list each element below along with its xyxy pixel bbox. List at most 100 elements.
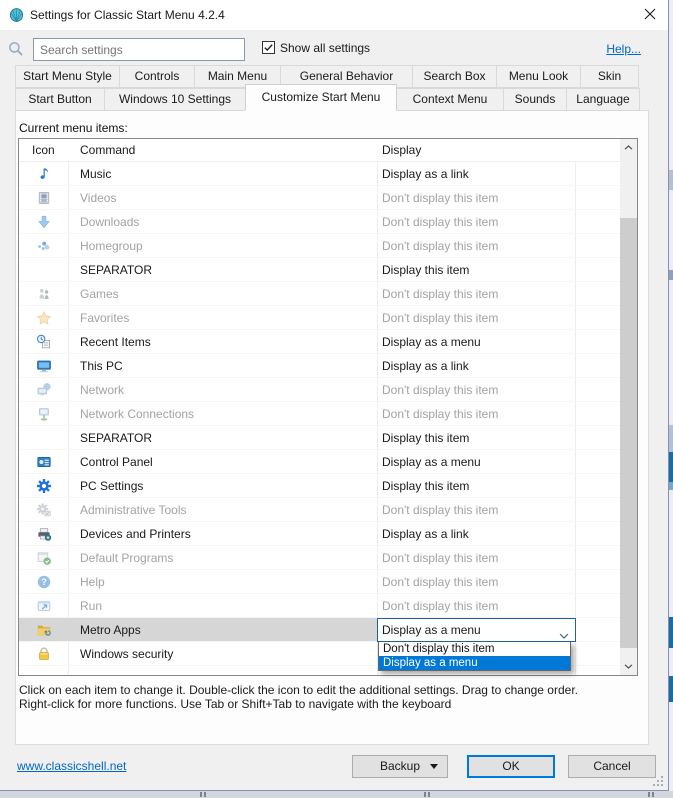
background-sliver-segment [669, 270, 673, 280]
icon-cell [19, 402, 68, 425]
tab-sounds[interactable]: Sounds [503, 88, 567, 111]
menu-item-row[interactable]: Network Don't display this item [19, 378, 620, 402]
menu-item-row[interactable]: Administrative Tools Don't display this i… [19, 498, 620, 522]
menu-item-row[interactable]: Control Panel Display as a menu [19, 450, 620, 474]
search-input[interactable] [33, 38, 245, 61]
menu-item-row[interactable]: Videos Don't display this item [19, 186, 620, 210]
menu-item-row[interactable]: Network Connections Don't display this it… [19, 402, 620, 426]
background-sliver-segment [669, 170, 673, 190]
downloads-icon[interactable] [36, 214, 52, 230]
menu-item-row[interactable]: Recent Items Display as a menu [19, 330, 620, 354]
network-icon[interactable] [36, 382, 52, 398]
spare-cell [575, 474, 620, 497]
menu-item-row[interactable]: ? Help Don't display this item [19, 570, 620, 594]
current-menu-items-label: Current menu items: [19, 121, 128, 135]
spare-cell [575, 234, 620, 257]
devices-and-printers-icon[interactable] [36, 526, 52, 542]
tab-context-menu[interactable]: Context Menu [396, 88, 504, 111]
table-header: Icon Command Display [19, 139, 620, 162]
display-cell: Don't display this item [382, 238, 499, 253]
background-tick [200, 792, 202, 797]
display-cell: Don't display this item [382, 190, 499, 205]
tab-windows-10-settings[interactable]: Windows 10 Settings [104, 88, 246, 111]
customize-start-menu-page: Current menu items: Icon Command Display… [15, 110, 649, 745]
videos-icon[interactable] [36, 190, 52, 206]
spare-cell [575, 522, 620, 545]
tab-language[interactable]: Language [566, 88, 640, 111]
scroll-up-icon[interactable] [620, 139, 637, 156]
command-cell: Run [80, 598, 103, 613]
tab-row-2: Start Button Windows 10 Settings Customize… [15, 84, 640, 111]
menu-item-row[interactable]: Devices and Printers Display as a link [19, 522, 620, 546]
menu-item-row[interactable]: Favorites Don't display this item [19, 306, 620, 330]
run-icon[interactable] [36, 598, 52, 614]
administrative-tools-icon[interactable] [36, 502, 52, 518]
icon-cell [19, 258, 68, 281]
windows-security-icon[interactable] [36, 646, 52, 662]
show-all-settings-checkbox[interactable] [262, 41, 275, 54]
tab-skin[interactable]: Skin [580, 65, 639, 88]
menu-item-row[interactable]: Downloads Don't display this item [19, 210, 620, 234]
homegroup-icon[interactable] [36, 238, 52, 254]
menu-item-row[interactable]: Games Don't display this item [19, 282, 620, 306]
close-icon[interactable] [641, 5, 659, 23]
icon-cell [19, 546, 68, 569]
tab-start-button[interactable]: Start Button [15, 88, 105, 111]
command-cell: Default Programs [80, 550, 174, 565]
help-link[interactable]: Help... [606, 42, 641, 56]
vertical-scrollbar[interactable] [620, 139, 637, 675]
website-link[interactable]: www.classicshell.net [17, 759, 126, 773]
network-connections-icon[interactable] [36, 406, 52, 422]
menu-item-row[interactable]: PC Settings Display this item [19, 474, 620, 498]
command-cell: SEPARATOR [80, 430, 153, 445]
command-cell: Favorites [80, 310, 130, 325]
menu-item-row[interactable]: Homegroup Don't display this item [19, 234, 620, 258]
icon-cell [19, 282, 68, 305]
menu-item-row[interactable]: Default Programs Don't display this item [19, 546, 620, 570]
this-pc-icon[interactable] [36, 358, 52, 374]
control-panel-icon[interactable] [36, 454, 52, 470]
tab-customize-start-menu[interactable]: Customize Start Menu [245, 84, 397, 111]
recent-items-icon[interactable] [36, 334, 52, 350]
command-cell: Windows security [80, 646, 174, 661]
command-cell: Videos [80, 190, 117, 205]
pc-settings-icon[interactable] [36, 478, 52, 494]
spare-cell [575, 306, 620, 329]
dropdown-option[interactable]: Don't display this item [379, 642, 570, 656]
favorites-icon[interactable] [36, 310, 52, 326]
tab-controls[interactable]: Controls [119, 65, 195, 88]
tab-menu-look[interactable]: Menu Look [496, 65, 581, 88]
resize-grip[interactable] [651, 774, 664, 787]
ok-button[interactable]: OK [467, 755, 555, 778]
menu-item-row[interactable]: SEPARATOR Display this item [19, 426, 620, 450]
tab-start-menu-style[interactable]: Start Menu Style [15, 65, 120, 88]
backup-button[interactable]: Backup [352, 755, 448, 778]
scroll-down-icon[interactable] [620, 658, 637, 675]
instructions-line-1: Click on each item to change it. Double-… [19, 683, 578, 697]
music-icon[interactable] [36, 166, 52, 182]
display-combobox[interactable]: Display as a menu [377, 618, 576, 642]
dropdown-option[interactable]: Display as a menu [379, 656, 570, 670]
menu-item-row[interactable]: SEPARATOR Display this item [19, 258, 620, 282]
help-icon[interactable]: ? [36, 574, 52, 590]
games-icon[interactable] [36, 286, 52, 302]
combobox-value: Display as a menu [382, 623, 481, 637]
cancel-button[interactable]: Cancel [568, 755, 656, 778]
titlebar: Settings for Classic Start Menu 4.2.4 [0, 0, 668, 30]
icon-cell [19, 522, 68, 545]
default-programs-icon[interactable] [36, 550, 52, 566]
background-sliver-segment [669, 617, 673, 648]
scrollbar-thumb[interactable] [620, 218, 637, 648]
menu-item-row[interactable]: Music Display as a link [19, 162, 620, 186]
tab-search-box[interactable]: Search Box [412, 65, 497, 88]
search-icon [7, 40, 25, 58]
metro-apps-icon[interactable] [36, 622, 52, 638]
command-cell: Control Panel [80, 454, 153, 469]
background-tick [204, 792, 206, 797]
menu-item-row[interactable]: This PC Display as a link [19, 354, 620, 378]
background-sliver-segment [669, 676, 673, 702]
icon-cell [19, 210, 68, 233]
menu-item-row[interactable]: Metro Apps Display as a menu [19, 618, 620, 642]
menu-item-row[interactable]: Run Don't display this item [19, 594, 620, 618]
display-cell: Display this item [382, 430, 470, 445]
